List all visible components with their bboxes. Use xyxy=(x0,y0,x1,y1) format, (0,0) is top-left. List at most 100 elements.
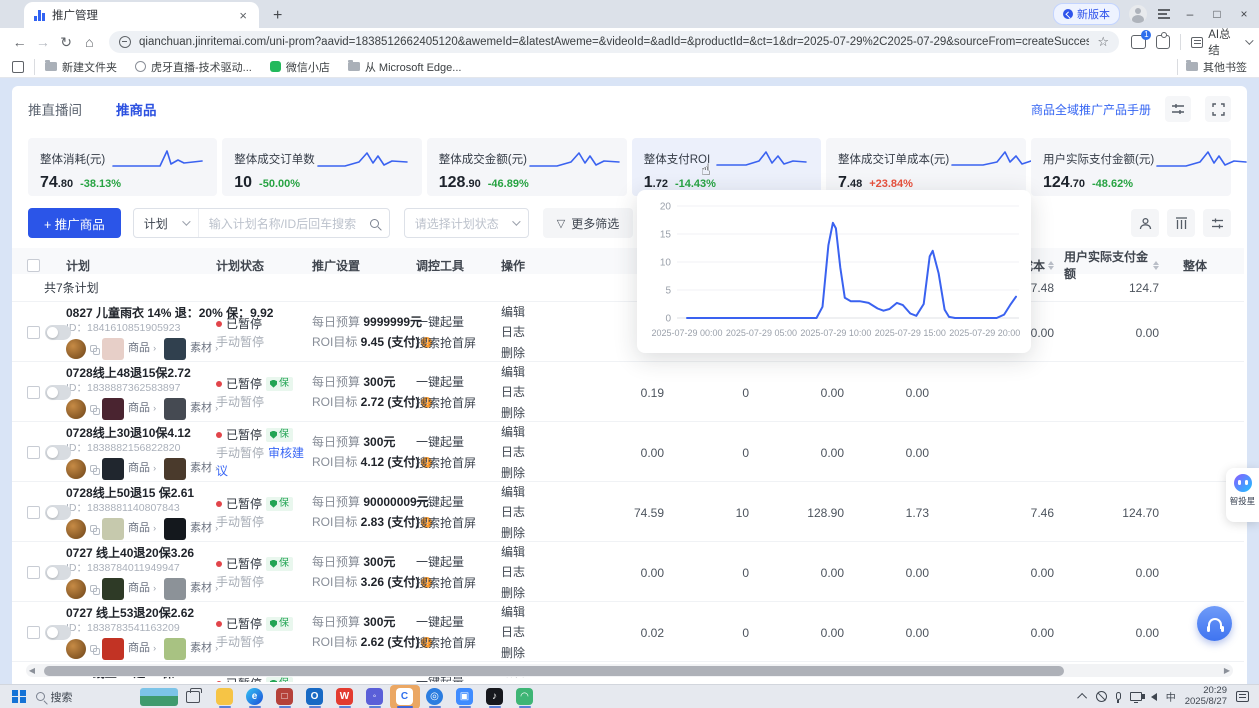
bookmark-star-icon[interactable]: ☆ xyxy=(1097,34,1109,50)
row-checkbox[interactable] xyxy=(27,506,40,519)
search-top-screen-link[interactable]: 搜索抢首屏 xyxy=(416,633,501,653)
one-click-boost-link[interactable]: 一键起量 xyxy=(416,612,501,632)
browser-tab[interactable]: 推广管理 × xyxy=(24,2,259,28)
product-thumbnail[interactable] xyxy=(102,398,124,420)
forward-button[interactable]: → xyxy=(31,34,54,50)
row-enable-toggle[interactable] xyxy=(45,505,71,520)
window-close-button[interactable]: × xyxy=(1235,7,1253,21)
notification-center-icon[interactable] xyxy=(1236,691,1249,702)
stat-card-1[interactable]: 整体消耗(元)74.80-38.13% xyxy=(28,138,217,196)
taskbar-search[interactable]: 搜索 xyxy=(36,689,132,705)
material-thumbnail[interactable] xyxy=(164,398,186,420)
plan-name[interactable]: 0728线上48退15保2.72 xyxy=(66,366,216,381)
product-link[interactable]: 商品 › xyxy=(128,582,156,596)
edit-link[interactable]: 编辑 xyxy=(501,482,561,502)
display-cast-icon[interactable] xyxy=(1130,692,1142,701)
plan-name[interactable]: 0727 线上40退20保3.26 xyxy=(66,546,216,561)
product-link[interactable]: 商品 › xyxy=(128,462,156,476)
delete-link[interactable]: 删除 xyxy=(501,403,561,423)
new-version-badge[interactable]: 新版本 xyxy=(1053,3,1120,25)
home-button[interactable]: ⌂ xyxy=(78,34,101,50)
microphone-icon[interactable] xyxy=(1116,692,1121,700)
taskbar-app-douyin[interactable]: ♪ xyxy=(480,685,510,708)
row-enable-toggle[interactable] xyxy=(45,385,71,400)
plan-search-input[interactable]: 输入计划名称/ID后回车搜索 xyxy=(199,209,389,237)
taskbar-app-app-purple[interactable]: ◦ xyxy=(360,685,390,708)
window-maximize-button[interactable]: □ xyxy=(1208,7,1226,21)
edit-link[interactable]: 编辑 xyxy=(501,602,561,622)
url-bar[interactable]: qianchuan.jinritemai.com/uni-prom?aavid=… xyxy=(109,31,1119,53)
one-click-boost-link[interactable]: 一键起量 xyxy=(416,552,501,572)
select-all-checkbox[interactable] xyxy=(27,259,40,272)
plan-name[interactable]: 0727 线上53退20保2.62 xyxy=(66,606,216,621)
product-thumbnail[interactable] xyxy=(102,638,124,660)
search-top-screen-link[interactable]: 搜索抢首屏 xyxy=(416,333,501,353)
taskbar-app-wps-office[interactable]: W xyxy=(330,685,360,708)
material-thumbnail[interactable] xyxy=(164,458,186,480)
material-link[interactable]: 素材 › xyxy=(190,402,218,416)
speaker-icon[interactable] xyxy=(1151,693,1157,701)
new-tab-button[interactable]: + xyxy=(273,7,282,28)
product-manual-link[interactable]: 商品全域推广产品手册 xyxy=(1031,101,1151,118)
more-filters-button[interactable]: ▽更多筛选 xyxy=(543,208,633,238)
row-checkbox[interactable] xyxy=(27,566,40,579)
product-thumbnail[interactable] xyxy=(102,518,124,540)
delete-link[interactable]: 删除 xyxy=(501,583,561,603)
search-top-screen-link[interactable]: 搜索抢首屏 xyxy=(416,393,501,413)
scroll-right-arrow[interactable]: ▶ xyxy=(1221,666,1233,675)
one-click-boost-link[interactable]: 一键起量 xyxy=(416,492,501,512)
product-thumbnail[interactable] xyxy=(102,338,124,360)
system-clock[interactable]: 20:29 2025/8/27 xyxy=(1185,686,1227,708)
extension-notification-icon[interactable]: 1 xyxy=(1131,35,1146,49)
plan-name[interactable]: 0827 儿童雨衣 14% 退：20% 保：9.92 xyxy=(66,306,216,321)
reload-button[interactable]: ↻ xyxy=(55,34,78,51)
tab-live-room[interactable]: 推直播间 xyxy=(28,99,82,119)
one-click-boost-link[interactable]: 一键起量 xyxy=(416,372,501,392)
tab-promote-product[interactable]: 推商品 xyxy=(116,99,157,119)
search-top-screen-link[interactable]: 搜索抢首屏 xyxy=(416,573,501,593)
search-top-screen-link[interactable]: 搜索抢首屏 xyxy=(416,513,501,533)
promote-product-button[interactable]: + 推广商品 xyxy=(28,208,121,238)
sort-icon[interactable] xyxy=(1048,261,1054,270)
plan-status-select[interactable]: 请选择计划状态 xyxy=(404,208,529,238)
column-chart-button[interactable] xyxy=(1167,209,1195,237)
taskbar-app-app-red[interactable]: □ xyxy=(270,685,300,708)
product-link[interactable]: 商品 › xyxy=(128,522,156,536)
edit-link[interactable]: 编辑 xyxy=(501,422,561,442)
other-bookmarks-button[interactable]: 其他书签 xyxy=(1186,59,1247,75)
stat-card-5[interactable]: 整体成交订单成本(元)7.48+23.84% xyxy=(826,138,1026,196)
ime-indicator[interactable]: 中 xyxy=(1166,689,1176,704)
touchpad-disabled-icon[interactable] xyxy=(1096,691,1107,702)
apps-shortcut-icon[interactable] xyxy=(12,61,24,73)
material-thumbnail[interactable] xyxy=(164,518,186,540)
material-thumbnail[interactable] xyxy=(164,638,186,660)
plan-name[interactable]: 0728线上30退10保4.12 xyxy=(66,426,216,441)
search-icon[interactable] xyxy=(370,219,379,228)
one-click-boost-link[interactable]: 一键起量 xyxy=(416,312,501,332)
bookmark-item-0[interactable]: 新建文件夹 xyxy=(45,59,117,75)
plan-name[interactable]: 0728线上50退15 保2.61 xyxy=(66,486,216,501)
taskbar-app-qianchuan-active[interactable]: C xyxy=(390,685,420,708)
table-settings-button[interactable] xyxy=(1203,209,1231,237)
delete-link[interactable]: 删除 xyxy=(501,643,561,663)
sort-icon[interactable] xyxy=(1153,261,1159,270)
extensions-puzzle-icon[interactable] xyxy=(1156,35,1170,49)
taskbar-app-wechat[interactable]: ◠ xyxy=(510,685,540,708)
row-enable-toggle[interactable] xyxy=(45,565,71,580)
material-thumbnail[interactable] xyxy=(164,338,186,360)
log-link[interactable]: 日志 xyxy=(501,442,561,462)
browser-menu-icon[interactable] xyxy=(1156,7,1172,21)
row-checkbox[interactable] xyxy=(27,326,40,339)
log-link[interactable]: 日志 xyxy=(501,502,561,522)
row-checkbox[interactable] xyxy=(27,386,40,399)
row-enable-toggle[interactable] xyxy=(45,445,71,460)
product-thumbnail[interactable] xyxy=(102,578,124,600)
material-link[interactable]: 素材 › xyxy=(190,342,218,356)
bookmark-item-1[interactable]: 虎牙直播-技术驱动... xyxy=(135,59,252,75)
stat-card-4[interactable]: 整体支付ROI1.72-14.43% xyxy=(632,138,821,196)
task-view-button[interactable] xyxy=(186,691,200,703)
log-link[interactable]: 日志 xyxy=(501,562,561,582)
bookmark-item-3[interactable]: 从 Microsoft Edge... xyxy=(348,59,462,75)
log-link[interactable]: 日志 xyxy=(501,622,561,642)
browser-profile-avatar[interactable] xyxy=(1129,5,1147,23)
